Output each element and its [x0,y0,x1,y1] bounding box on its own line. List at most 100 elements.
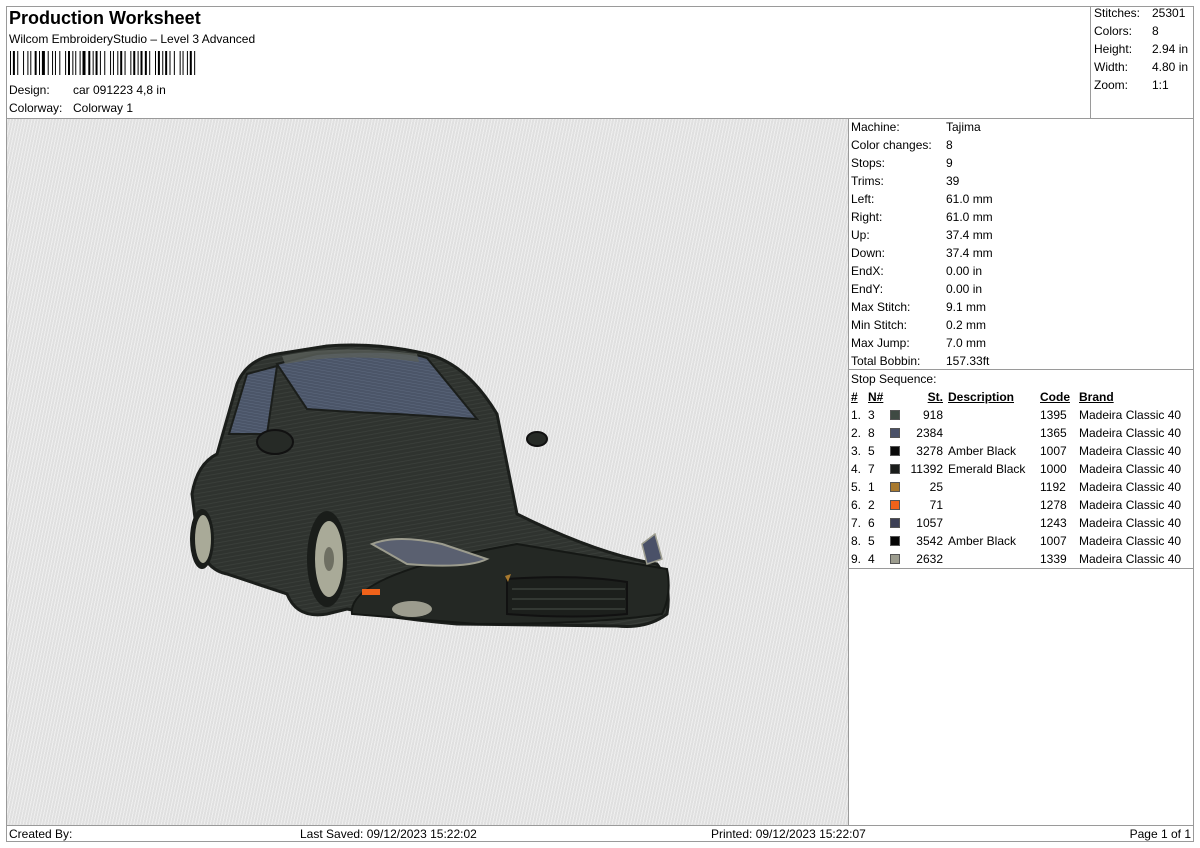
row-code: 1007 [1040,534,1067,548]
canvas-divider [848,118,849,825]
info-value: 8 [946,138,953,152]
colorway-value: Colorway 1 [73,101,134,115]
color-swatch [890,554,900,564]
row-code: 1339 [1040,552,1067,566]
color-swatch [890,500,900,510]
info-label: Trims: [851,174,884,188]
car-embroidery-icon [190,343,670,628]
color-swatch [890,428,900,438]
header-description: Description [948,390,1015,404]
summary-label: Zoom: [1094,78,1129,92]
table-divider [848,568,1194,569]
row-needle: 7 [868,462,875,476]
info-label: Machine: [851,120,900,134]
summary-value: 4.80 in [1152,60,1189,74]
row-brand: Madeira Classic 40 [1079,498,1182,512]
row-needle: 1 [868,480,875,494]
info-row: Trims: 39 [851,172,993,190]
summary-label: Stitches: [1094,6,1141,20]
info-value: 61.0 mm [946,210,993,224]
row-index: 7. [851,516,862,530]
header-needle: N# [868,390,884,404]
info-row: Max Stitch: 9.1 mm [851,298,993,316]
row-brand: Madeira Classic 40 [1079,552,1182,566]
info-value: 157.33ft [946,354,990,368]
header-idx: # [851,390,858,404]
row-brand: Madeira Classic 40 [1079,462,1182,476]
row-description: Emerald Black [948,462,1026,476]
info-label: Left: [851,192,875,206]
row-index: 6. [851,498,862,512]
row-brand: Madeira Classic 40 [1079,444,1182,458]
row-stitches: 3278 [916,444,943,458]
color-swatch [890,446,900,456]
row-stitches: 3542 [916,534,943,548]
stop-sequence-title: Stop Sequence: [851,372,937,386]
design-value: car 091223 4,8 in [73,83,166,97]
summary-value: 25301 [1152,6,1186,20]
created-by: Created By: [9,827,73,841]
info-row: Up: 37.4 mm [851,226,993,244]
row-index: 1. [851,408,862,422]
row-brand: Madeira Classic 40 [1079,516,1182,530]
color-swatch [890,536,900,546]
row-index: 2. [851,426,862,440]
row-code: 1192 [1040,480,1066,494]
row-stitches: 11392 [910,462,943,476]
info-row: Down: 37.4 mm [851,244,993,262]
info-row: EndX: 0.00 in [851,262,993,280]
info-label: EndX: [851,264,884,278]
row-description: Amber Black [948,534,1017,548]
row-brand: Madeira Classic 40 [1079,408,1182,422]
row-needle: 2 [868,498,875,512]
info-label: Max Stitch: [851,300,911,314]
footer-divider [6,825,1194,826]
row-needle: 4 [868,552,875,566]
info-value: 7.0 mm [946,336,987,350]
color-swatch [890,482,900,492]
info-row: Color changes: 8 [851,136,993,154]
row-stitches: 918 [922,408,943,422]
color-swatch [890,518,900,528]
info-label: Color changes: [851,138,932,152]
row-index: 9. [851,552,862,566]
info-label: Up: [851,228,870,242]
info-label: Min Stitch: [851,318,908,332]
summary-panel: Stitches: 25301 Colors: 8 Height: 2.94 in Widt… [1094,4,1188,94]
info-row: Min Stitch: 0.2 mm [851,316,993,334]
design-row: Design: car 091223 4,8 in [9,82,166,98]
info-label: Max Jump: [851,336,910,350]
colorway-row: Colorway: Colorway 1 [9,100,133,116]
row-brand: Madeira Classic 40 [1079,534,1182,548]
row-needle: 6 [868,516,875,530]
info-label: Right: [851,210,883,224]
row-code: 1007 [1040,444,1067,458]
summary-label: Colors: [1094,24,1133,38]
software-name: Wilcom EmbroideryStudio – Level 3 Advanc… [9,32,256,46]
row-needle: 8 [868,426,875,440]
info-value: Tajima [946,120,981,134]
row-stitches: 1057 [916,516,943,530]
info-value: 0.00 in [946,264,983,278]
summary-row: Width: 4.80 in [1094,58,1188,76]
page-number: Page 1 of 1 [1129,827,1191,841]
color-swatch [890,464,900,474]
row-index: 3. [851,444,862,458]
row-needle: 5 [868,444,875,458]
row-code: 1395 [1040,408,1067,422]
info-value: 9 [946,156,953,170]
row-stitches: 25 [929,480,943,494]
summary-value: 2.94 in [1152,42,1189,56]
summary-row: Colors: 8 [1094,22,1188,40]
summary-row: Height: 2.94 in [1094,40,1188,58]
color-swatch [890,410,900,420]
printed-date: Printed: 09/12/2023 15:22:07 [711,827,866,841]
row-code: 1000 [1040,462,1067,476]
info-value: 9.1 mm [946,300,987,314]
info-row: Total Bobbin: 157.33ft [851,352,993,370]
info-value: 37.4 mm [946,228,993,242]
info-label: EndY: [851,282,884,296]
info-value: 61.0 mm [946,192,993,206]
summary-divider [1090,6,1091,118]
row-code: 1365 [1040,426,1067,440]
